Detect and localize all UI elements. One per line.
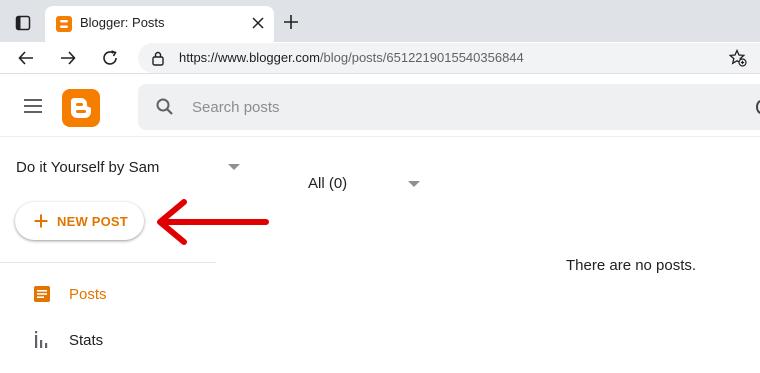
forward-arrow-icon[interactable] <box>56 46 80 70</box>
blog-name[interactable]: Do it Yourself by Sam <box>16 159 159 176</box>
browser-tabstrip: Blogger: Posts <box>0 0 760 42</box>
menu-icon[interactable] <box>23 97 45 115</box>
annotation-arrow-icon <box>150 196 272 248</box>
stats-icon <box>33 331 51 349</box>
search-bar <box>138 84 760 130</box>
plus-icon <box>34 214 48 228</box>
new-post-label: NEW POST <box>57 213 128 229</box>
search-icon[interactable] <box>155 97 175 117</box>
main-content: All (0) There are no posts. <box>216 138 760 373</box>
sidebar-item-label: Stats <box>69 331 104 349</box>
post-filter-dropdown[interactable]: All (0) <box>308 175 347 192</box>
reload-icon[interactable] <box>98 46 122 70</box>
screen: Blogger: Posts https://www.blogger.com/b… <box>0 0 760 373</box>
sidebar-item-stats[interactable]: Stats <box>0 320 216 360</box>
tab-actions-icon[interactable] <box>10 12 36 34</box>
browser-tab[interactable]: Blogger: Posts <box>45 6 274 42</box>
chevron-down-icon[interactable] <box>408 181 420 187</box>
sidebar-item-posts[interactable]: Posts <box>0 274 216 314</box>
app-header <box>0 75 760 137</box>
back-arrow-icon[interactable] <box>14 46 38 70</box>
empty-state-message: There are no posts. <box>566 257 697 274</box>
tab-title: Blogger: Posts <box>80 15 165 30</box>
search-options-icon[interactable] <box>756 100 760 114</box>
sidebar-item-label: Posts <box>69 285 107 303</box>
bookmark-star-icon[interactable] <box>728 48 747 67</box>
address-bar[interactable]: https://www.blogger.com/blog/posts/65122… <box>138 43 760 73</box>
search-input[interactable] <box>192 92 732 122</box>
new-tab-icon[interactable] <box>282 13 300 31</box>
divider <box>0 262 216 263</box>
blogger-favicon-icon <box>56 16 72 32</box>
blogger-logo-icon[interactable] <box>62 89 100 127</box>
posts-icon <box>33 285 51 303</box>
sidebar: Do it Yourself by Sam NEW POST Posts Sta… <box>0 138 240 373</box>
new-post-button[interactable]: NEW POST <box>15 202 144 240</box>
close-tab-icon[interactable] <box>250 15 266 31</box>
browser-toolbar: https://www.blogger.com/blog/posts/65122… <box>0 42 760 74</box>
url-text: https://www.blogger.com/blog/posts/65122… <box>179 50 524 65</box>
lock-icon[interactable] <box>151 50 165 66</box>
